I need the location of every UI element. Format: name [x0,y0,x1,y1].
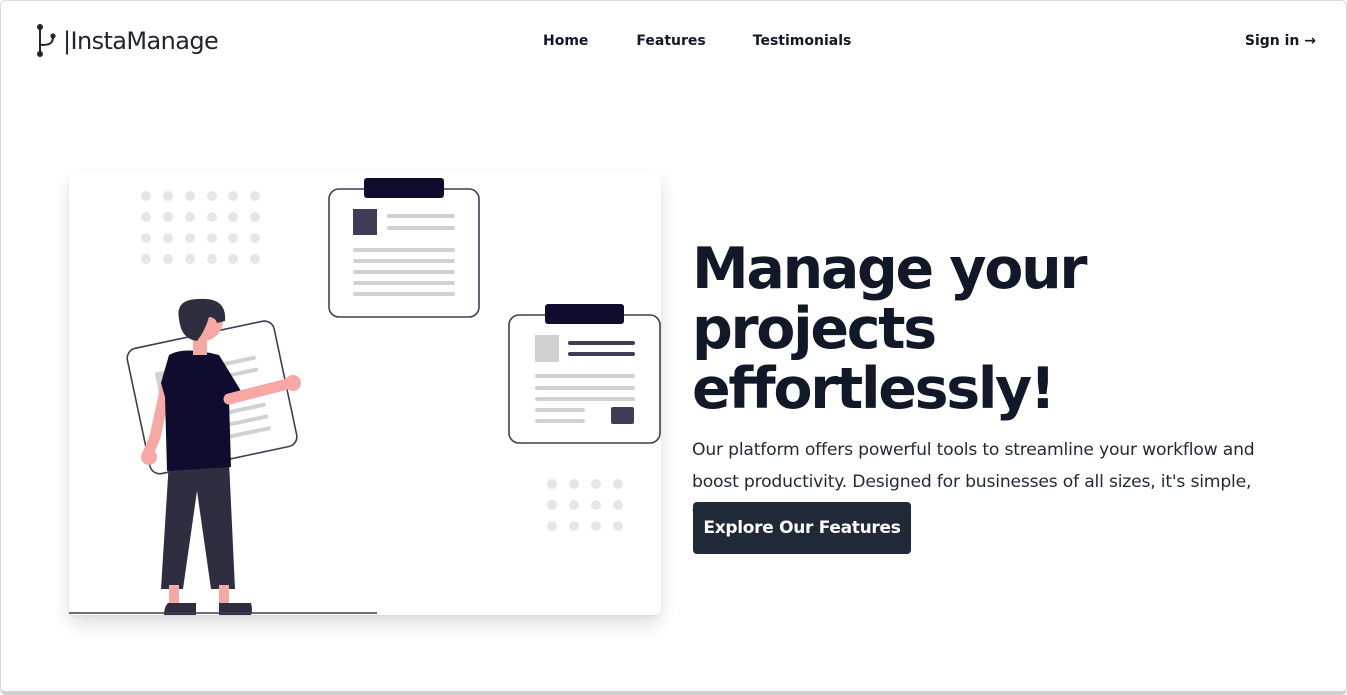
hero-headline-line-2: effortlessly! [692,356,1056,422]
hero-headline: Manage your projects effortlessly! [692,239,1332,419]
browser-viewport: |InstaManage Home Features Testimonials … [0,0,1347,695]
person-with-documents-illustration [69,178,661,615]
nav-link-home[interactable]: Home [543,33,588,49]
brand-name: |InstaManage [63,27,219,55]
logo-link[interactable]: |InstaManage [35,23,219,59]
document-card-1 [328,178,480,318]
dot-grid-bottom [547,479,623,531]
sign-in-link[interactable]: Sign in → [1245,33,1316,49]
document-card-2 [508,304,661,444]
explore-features-button[interactable]: Explore Our Features [693,502,911,554]
dot-grid-top [141,191,260,264]
hero-headline-line-1: Manage your projects [692,236,1088,362]
navbar: |InstaManage Home Features Testimonials … [1,1,1346,83]
nav-link-features[interactable]: Features [636,33,705,49]
hero-illustration-card [69,171,661,615]
pipeline-logo-icon [37,24,56,57]
main-nav: Home Features Testimonials [543,33,851,49]
hero-text-block: Manage your projects effortlessly! Our p… [692,239,1332,530]
nav-link-testimonials[interactable]: Testimonials [753,33,852,49]
